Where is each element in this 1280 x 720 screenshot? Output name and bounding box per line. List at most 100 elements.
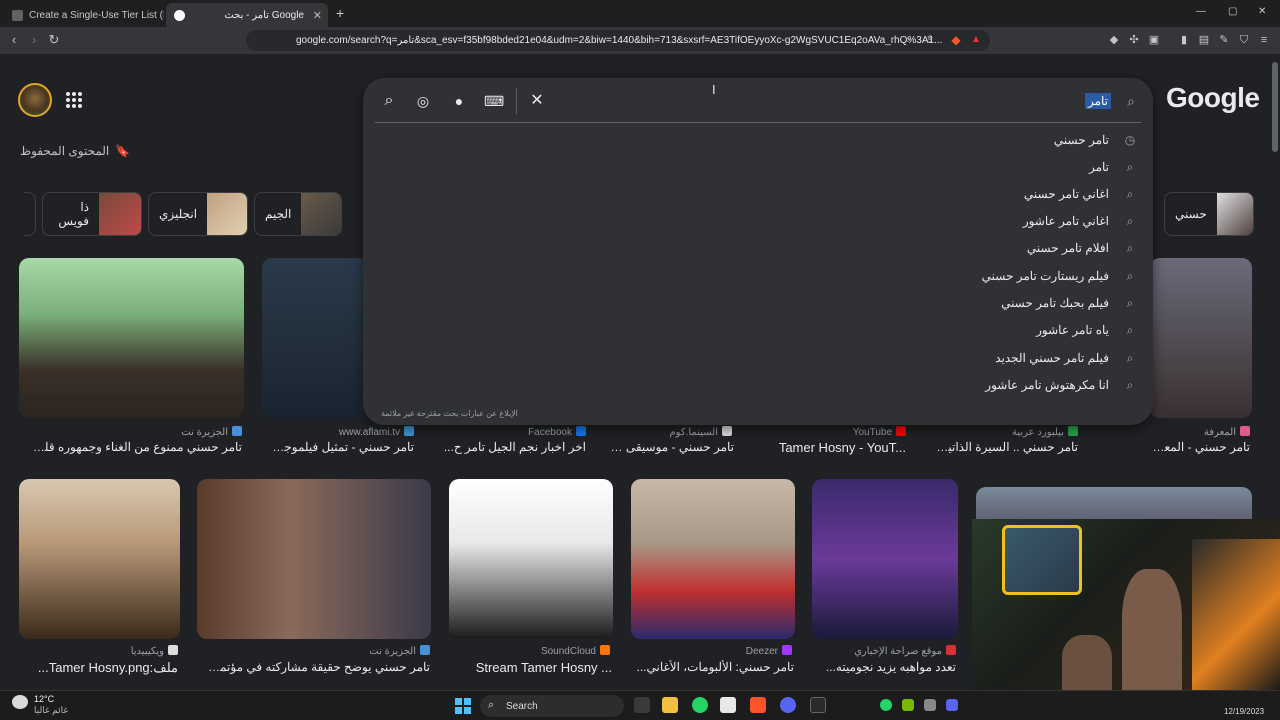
brave-rewards-icon[interactable]: ▲ [968, 32, 984, 48]
app-icon[interactable] [720, 697, 736, 713]
suggestion-item[interactable]: ⌕ افلام تامر حسني [1027, 234, 1137, 261]
minimize-button[interactable]: — [1196, 6, 1206, 17]
sidebar-icon[interactable]: ▮ [1176, 32, 1192, 48]
result-source[interactable]: Facebook [480, 426, 586, 438]
suggestion-item[interactable]: ⌕ ياه تامر عاشور [1036, 316, 1137, 343]
result-title[interactable]: ملف:Tamer Hosny.png... [24, 660, 178, 676]
clock-date[interactable]: 12/19/2023 [1224, 707, 1264, 716]
close-window-button[interactable]: ✕ [1258, 6, 1266, 17]
menu-icon[interactable]: ≡ [1256, 32, 1272, 48]
saved-content-link[interactable]: المحتوى المحفوظ 🔖 [20, 144, 130, 158]
maximize-button[interactable]: ▢ [1228, 6, 1237, 17]
search-icon[interactable]: ⌕ [1121, 91, 1141, 111]
result-title[interactable]: تامر حسني .. السيرة الذاتية ... [930, 440, 1078, 454]
puzzle-icon[interactable]: ✣ [1126, 32, 1142, 48]
result-source[interactable]: SoundCloud [500, 645, 610, 657]
tray-nvidia-icon[interactable] [902, 699, 914, 711]
result-title[interactable]: تامر حسني - المعرفة [1146, 440, 1250, 454]
result-title[interactable]: Stream Tamer Hosny ... [452, 660, 612, 675]
microphone-icon[interactable]: ● [449, 91, 469, 111]
vpn-icon[interactable]: ✎ [1216, 32, 1232, 48]
result-title[interactable]: Tamer Hosny - YouT... [756, 440, 906, 455]
avatar[interactable] [18, 83, 52, 117]
suggestion-item[interactable]: ⌕ فيلم بحبك تامر حسني [1001, 289, 1137, 316]
weather-desc[interactable]: غائم غالبا [34, 705, 68, 716]
zoom-icon[interactable]: ⌕ [900, 32, 916, 48]
result-image[interactable] [19, 479, 180, 639]
result-source[interactable]: ويكيبيديا [100, 645, 178, 657]
tab-google-search[interactable]: تامر - بحث Google ✕ [166, 3, 328, 27]
share-icon[interactable]: ⇪ [922, 32, 938, 48]
chip-partial[interactable] [24, 192, 36, 236]
suggestion-item[interactable]: ⌕ اغاني تامر حسني [1024, 180, 1137, 207]
reload-icon[interactable]: ↻ [46, 32, 62, 48]
brave-icon[interactable] [750, 697, 766, 713]
suggestion-item[interactable]: ⌕ تامر [1089, 153, 1137, 180]
clear-icon[interactable]: ✕ [527, 91, 547, 111]
taskbar-search[interactable]: ⌕ Search [480, 695, 624, 717]
discord-icon[interactable] [780, 697, 796, 713]
address-bar[interactable]: google.com/search?q=تامر&sca_esv=f35bf98… [246, 30, 990, 51]
suggestion-item[interactable]: ◷ تامر حسني [1054, 126, 1137, 153]
tab-tier-list[interactable]: Create a Single-Use Tier List (Private [4, 3, 164, 27]
result-image[interactable] [631, 479, 795, 639]
forward-icon[interactable]: › [26, 32, 42, 48]
result-title[interactable]: تامر حسني ممنوع من الغناء وجمهوره قلق |.… [24, 440, 242, 454]
result-source[interactable]: www.aflami.tv [300, 426, 414, 438]
weather-temp[interactable]: 12°C [34, 694, 54, 704]
google-apps-icon[interactable] [66, 92, 82, 108]
lens-icon[interactable]: ◎ [413, 91, 433, 111]
result-title[interactable]: تامر حسني - تمثيل فيلموجرا... [266, 440, 414, 454]
suggestion-item[interactable]: ⌕ انا مكرهتوش تامر عاشور [985, 371, 1137, 398]
result-source[interactable]: الجزيرة نت [320, 645, 430, 657]
task-view-icon[interactable] [634, 697, 650, 713]
windows-start-icon[interactable] [455, 698, 471, 714]
keyboard-icon[interactable]: ⌨ [484, 91, 504, 111]
result-title[interactable]: تامر حسني يوضح حقيقة مشاركته في مؤتمر ..… [205, 660, 430, 674]
result-source[interactable]: YouTube [810, 426, 906, 438]
whatsapp-icon[interactable] [692, 697, 708, 713]
suggestion-item[interactable]: ⌕ فيلم ريستارت تامر حسني [982, 262, 1137, 289]
google-logo[interactable]: Google [1166, 82, 1260, 114]
result-image[interactable] [812, 479, 958, 639]
result-source[interactable]: Deezer [700, 645, 792, 657]
tray-app-icon[interactable] [924, 699, 936, 711]
result-image[interactable] [197, 479, 431, 639]
search-icon[interactable]: ⌕ [379, 91, 399, 111]
chip-english[interactable]: انجليزي [148, 192, 248, 236]
shield-icon[interactable]: ⛉ [1236, 32, 1252, 48]
result-title[interactable]: تامر حسني: الألبومات، الأغاني... [634, 660, 795, 674]
search-input[interactable]: تامر [1084, 93, 1111, 109]
chip-hosny[interactable]: حسني [1164, 192, 1254, 236]
result-title[interactable]: تعدد مواهبه يزيد نجوميته... [814, 660, 956, 674]
tray-whatsapp-icon[interactable] [880, 699, 892, 711]
back-icon[interactable]: ‹ [6, 32, 22, 48]
result-image[interactable] [262, 258, 372, 418]
scrollbar[interactable] [1272, 62, 1278, 152]
new-tab-button[interactable]: + [336, 5, 344, 21]
brave-shields-icon[interactable]: ◆ [948, 32, 964, 48]
extension-icon[interactable]: ◆ [1106, 32, 1122, 48]
report-suggestions-link[interactable]: الإبلاغ عن عبارات بحث مقترحة غير ملائمة [381, 409, 518, 418]
result-image[interactable] [19, 258, 244, 418]
result-source[interactable]: بيلبورد عربية [980, 426, 1078, 438]
suggestion-item[interactable]: ⌕ فيلم تامر حسني الجديد [995, 344, 1137, 371]
result-source[interactable]: الجزيرة نت [130, 426, 242, 438]
wallet-icon[interactable]: ▤ [1196, 32, 1212, 48]
result-title[interactable]: تامر حسني - موسيقى ف... [606, 440, 734, 454]
result-title[interactable]: اخر اخبار نجم الجيل تامر ح... [440, 440, 586, 454]
chip-gym[interactable]: الجيم [254, 192, 342, 236]
chip-the-voice[interactable]: ذا فويس [42, 192, 142, 236]
suggestion-item[interactable]: ⌕ اغاني تامر عاشور [1023, 207, 1137, 234]
media-icon[interactable]: ▣ [1146, 32, 1162, 48]
result-image[interactable] [1150, 258, 1252, 418]
file-explorer-icon[interactable] [662, 697, 678, 713]
result-image[interactable] [449, 479, 613, 639]
result-source[interactable]: المعرفة [1180, 426, 1250, 438]
tray-discord-icon[interactable] [946, 699, 958, 711]
result-source[interactable]: موقع صراحة الإخباري [816, 645, 956, 657]
result-source[interactable]: السينما.كوم [640, 426, 732, 438]
obs-icon[interactable] [810, 697, 826, 713]
source-name: YouTube [852, 427, 892, 438]
close-tab-icon[interactable]: ✕ [313, 9, 322, 22]
